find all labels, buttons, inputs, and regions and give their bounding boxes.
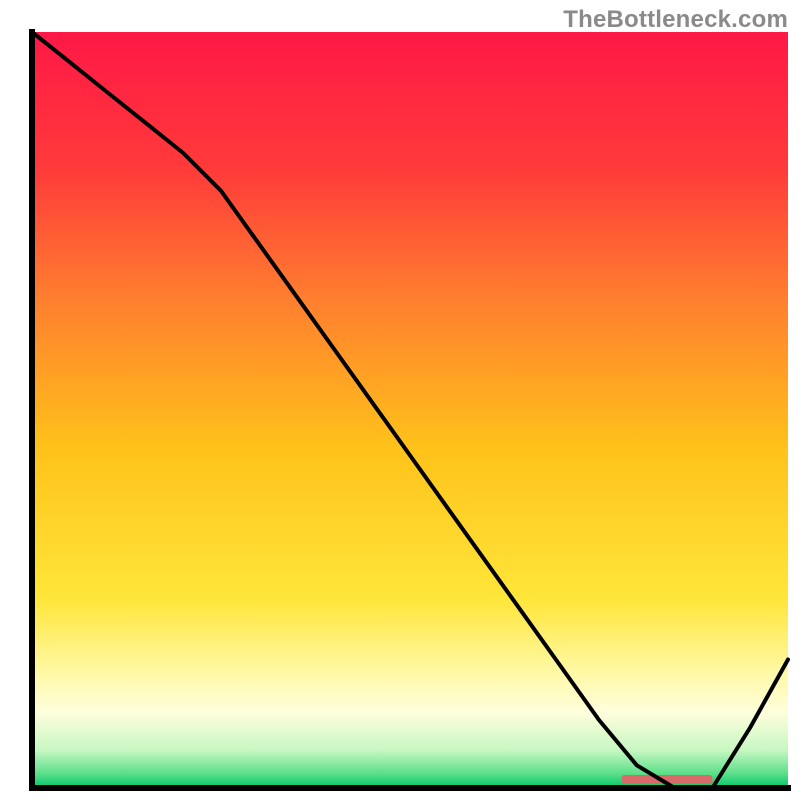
watermark-text: TheBottleneck.com: [563, 6, 788, 34]
bottleneck-chart: [0, 0, 800, 800]
chart-frame: TheBottleneck.com: [0, 0, 800, 800]
plot-background: [32, 32, 788, 788]
